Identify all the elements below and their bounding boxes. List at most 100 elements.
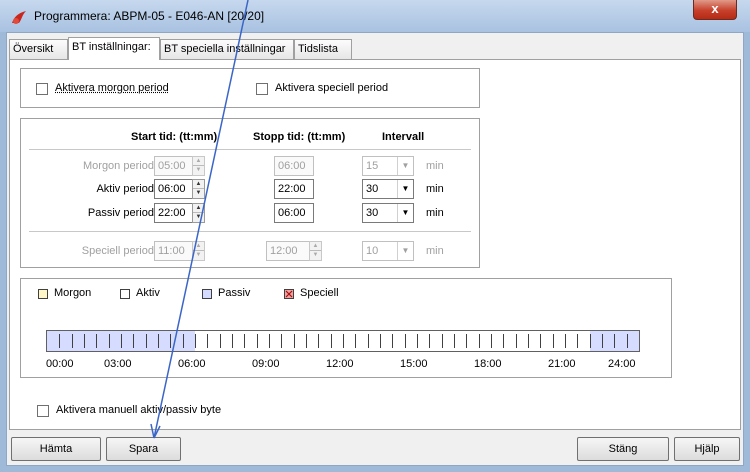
special-divider bbox=[29, 231, 471, 232]
passive-start-time-spinner[interactable]: 22:00 ▲ ▼ bbox=[154, 203, 205, 223]
timeline-hour-label: 03:00 bbox=[104, 358, 132, 370]
program-window: Programmera: ABPM-05 - E046-AN [20/20] x… bbox=[0, 0, 750, 472]
cross-icon bbox=[285, 290, 293, 298]
active-period-row-label: Aktiv period: bbox=[96, 183, 157, 195]
dialog-client: Översikt BT inställningar: BT speciella … bbox=[6, 32, 744, 466]
special-stop-spin-buttons[interactable]: ▲ ▼ bbox=[309, 241, 322, 261]
special-period-checkbox[interactable] bbox=[256, 83, 268, 95]
save-button[interactable]: Spara bbox=[106, 437, 181, 461]
spin-down-icon[interactable]: ▼ bbox=[193, 166, 204, 175]
morning-interval-select[interactable]: 15 ▼ bbox=[362, 156, 414, 176]
morning-period-label: Aktivera morgon period bbox=[55, 82, 169, 94]
passive-start-time-value: 22:00 bbox=[158, 207, 186, 219]
tab-bt-speciella-installningar[interactable]: BT speciella inställningar bbox=[160, 39, 294, 59]
spin-up-icon[interactable]: ▲ bbox=[193, 204, 204, 213]
timeline-half-hour-tick bbox=[306, 334, 307, 348]
active-start-time-spinner[interactable]: 06:00 ▲ ▼ bbox=[154, 179, 205, 199]
morning-period-row-label: Morgon period: bbox=[83, 160, 157, 172]
passive-start-spin-buttons[interactable]: ▲ ▼ bbox=[192, 203, 205, 223]
special-interval-select[interactable]: 10 ▼ bbox=[362, 241, 414, 261]
active-start-time-value: 06:00 bbox=[158, 183, 186, 195]
legend-special-label: Speciell bbox=[300, 287, 339, 299]
help-button[interactable]: Hjälp bbox=[674, 437, 740, 461]
chevron-down-icon[interactable]: ▼ bbox=[397, 242, 413, 260]
special-start-time-spinner[interactable]: 11:00 ▲ ▼ bbox=[154, 241, 205, 261]
timeline-half-hour-tick bbox=[84, 334, 85, 348]
morning-period-checkbox[interactable] bbox=[36, 83, 48, 95]
spin-down-icon[interactable]: ▼ bbox=[310, 251, 321, 260]
timeline-half-hour-tick bbox=[96, 334, 97, 348]
fetch-button[interactable]: Hämta bbox=[11, 437, 101, 461]
timeline-half-hour-tick bbox=[355, 334, 356, 348]
tab-panel-bt-installningar: Aktivera morgon period Aktivera speciell… bbox=[9, 59, 741, 430]
close-button[interactable]: Stäng bbox=[577, 437, 669, 461]
spin-up-icon[interactable]: ▲ bbox=[193, 157, 204, 166]
timeline-hour-label: 12:00 bbox=[326, 358, 354, 370]
start-time-header: Start tid: (tt:mm) bbox=[131, 131, 218, 143]
timeline-half-hour-tick bbox=[331, 334, 332, 348]
chevron-down-icon[interactable]: ▼ bbox=[397, 157, 413, 175]
timeline-hour-label: 06:00 bbox=[178, 358, 206, 370]
passive-stop-time-field[interactable]: 06:00 bbox=[274, 203, 314, 223]
manual-switch-checkbox[interactable] bbox=[37, 405, 49, 417]
spin-up-icon[interactable]: ▲ bbox=[310, 242, 321, 251]
timeline-half-hour-tick bbox=[577, 334, 578, 348]
close-window-button[interactable]: x bbox=[693, 0, 737, 20]
morning-start-time-spinner[interactable]: 05:00 ▲ ▼ bbox=[154, 156, 205, 176]
timeline-half-hour-tick bbox=[553, 334, 554, 348]
title-bar[interactable]: Programmera: ABPM-05 - E046-AN [20/20] x bbox=[0, 0, 750, 32]
active-interval-select[interactable]: 30 ▼ bbox=[362, 179, 414, 199]
tab-tidslista[interactable]: Tidslista bbox=[294, 39, 352, 59]
chevron-down-icon[interactable]: ▼ bbox=[397, 204, 413, 222]
timeline-half-hour-tick bbox=[479, 334, 480, 348]
special-start-spin-buttons[interactable]: ▲ ▼ bbox=[192, 241, 205, 261]
tab-oversikt[interactable]: Översikt bbox=[9, 39, 68, 59]
chevron-down-icon[interactable]: ▼ bbox=[397, 180, 413, 198]
timeline-half-hour-tick bbox=[170, 334, 171, 348]
legend-special-swatch bbox=[284, 289, 294, 299]
timeline-half-hour-tick bbox=[516, 334, 517, 348]
special-stop-time-value: 12:00 bbox=[270, 245, 298, 257]
special-stop-time-spinner[interactable]: 12:00 ▲ ▼ bbox=[266, 241, 322, 261]
timeline-half-hour-tick bbox=[133, 334, 134, 348]
timeline-half-hour-tick bbox=[380, 334, 381, 348]
timeline-half-hour-tick bbox=[405, 334, 406, 348]
timeline-half-hour-tick bbox=[602, 334, 603, 348]
special-interval-value: 10 bbox=[366, 245, 379, 257]
timeline-half-hour-tick bbox=[257, 334, 258, 348]
interval-header: Intervall bbox=[382, 131, 425, 143]
stop-time-header: Stopp tid: (tt:mm) bbox=[253, 131, 346, 143]
timeline-half-hour-tick bbox=[121, 334, 122, 348]
timeline-hour-label: 24:00 bbox=[608, 358, 636, 370]
morning-start-spin-buttons[interactable]: ▲ ▼ bbox=[192, 156, 205, 176]
morning-stop-time-field[interactable]: 06:00 bbox=[274, 156, 314, 176]
special-interval-unit: min bbox=[426, 245, 444, 257]
timeline-hour-label: 09:00 bbox=[252, 358, 280, 370]
morning-start-time-value: 05:00 bbox=[158, 160, 186, 172]
spin-down-icon[interactable]: ▼ bbox=[193, 189, 204, 198]
morning-interval-value: 15 bbox=[366, 160, 379, 172]
spin-up-icon[interactable]: ▲ bbox=[193, 242, 204, 251]
spin-down-icon[interactable]: ▼ bbox=[193, 213, 204, 222]
tab-bt-installningar[interactable]: BT inställningar: bbox=[68, 37, 160, 60]
timeline-half-hour-tick bbox=[614, 334, 615, 348]
timeline-half-hour-tick bbox=[343, 334, 344, 348]
legend-morning-swatch bbox=[38, 289, 48, 299]
timeline-half-hour-tick bbox=[565, 334, 566, 348]
spin-down-icon[interactable]: ▼ bbox=[193, 251, 204, 260]
timeline-half-hour-tick bbox=[146, 334, 147, 348]
timeline-half-hour-tick bbox=[442, 334, 443, 348]
timeline-half-hour-tick bbox=[491, 334, 492, 348]
timeline-half-hour-tick bbox=[195, 334, 196, 348]
timeline-half-hour-tick bbox=[281, 334, 282, 348]
active-start-spin-buttons[interactable]: ▲ ▼ bbox=[192, 179, 205, 199]
timeline-half-hour-tick bbox=[294, 334, 295, 348]
passive-interval-unit: min bbox=[426, 207, 444, 219]
spin-up-icon[interactable]: ▲ bbox=[193, 180, 204, 189]
timeline-half-hour-tick bbox=[528, 334, 529, 348]
timeline-half-hour-tick bbox=[429, 334, 430, 348]
active-stop-time-field[interactable]: 22:00 bbox=[274, 179, 314, 199]
timeline-half-hour-tick bbox=[466, 334, 467, 348]
passive-interval-select[interactable]: 30 ▼ bbox=[362, 203, 414, 223]
timeline-half-hour-tick bbox=[232, 334, 233, 348]
